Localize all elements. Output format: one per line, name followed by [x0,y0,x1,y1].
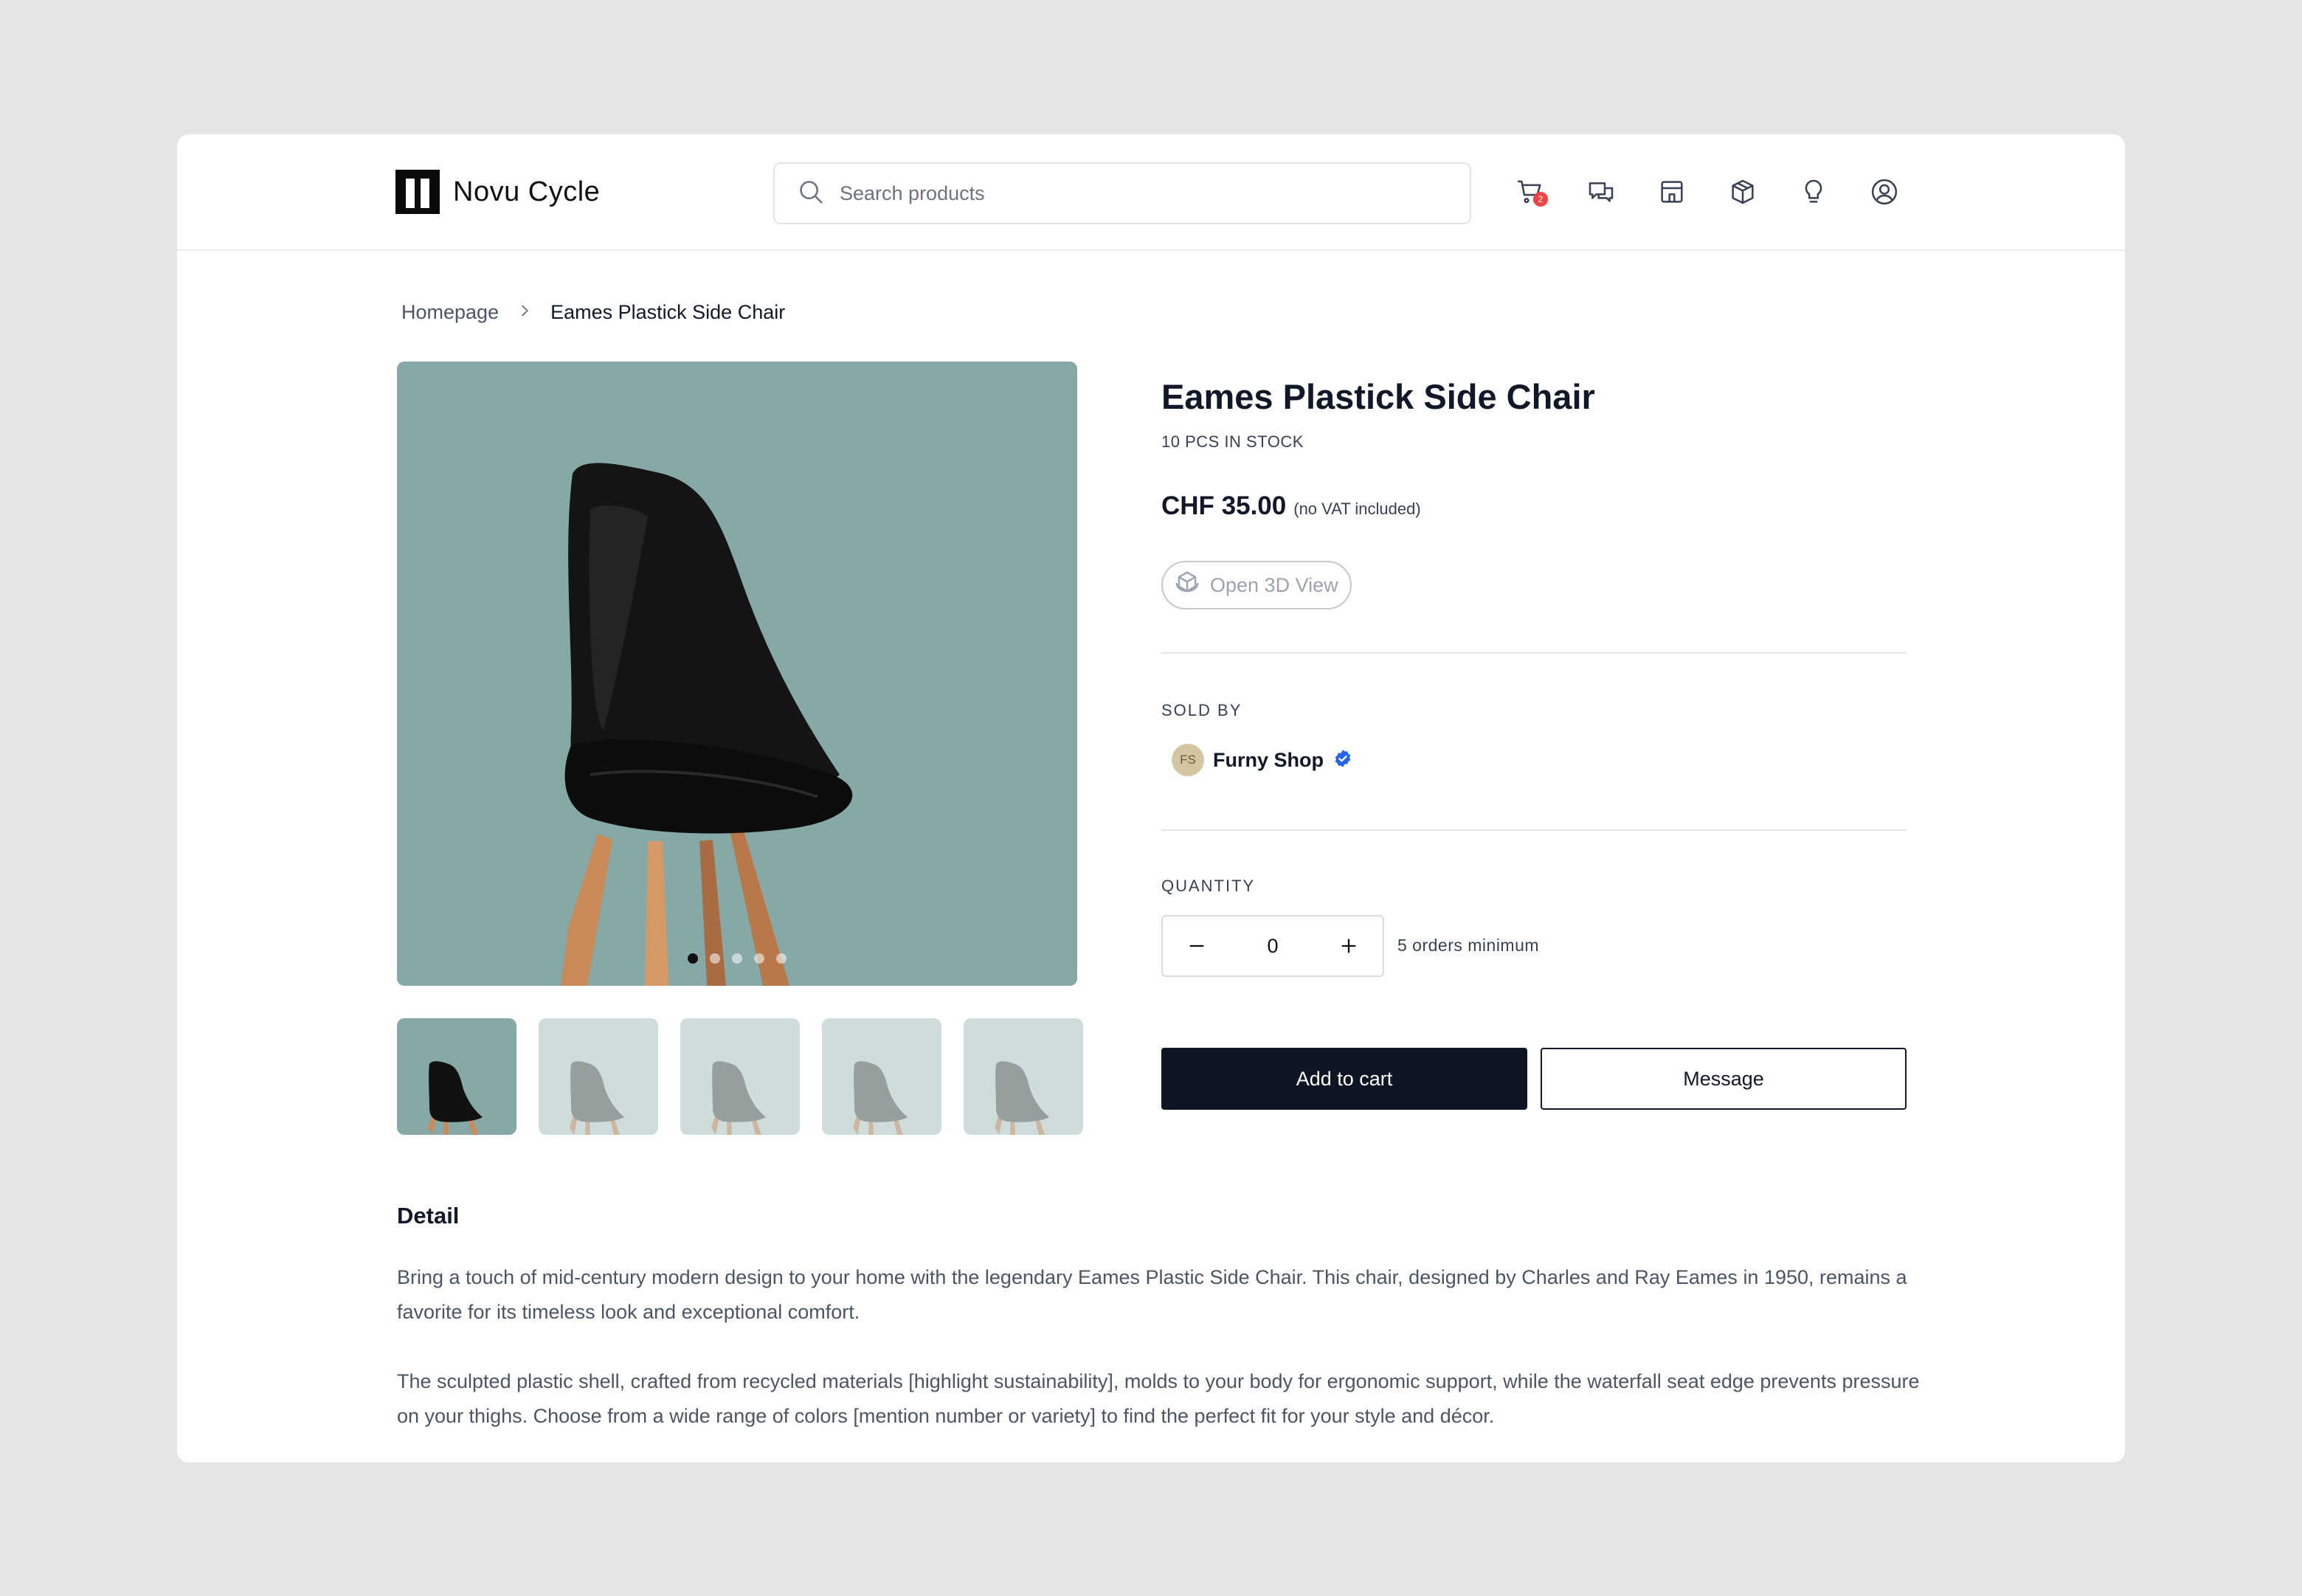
price-block: CHF 35.00 (no VAT included) [1161,491,1421,521]
store-icon[interactable] [1651,171,1693,213]
stock-status: 10 PCS IN STOCK [1161,432,1304,451]
breadcrumb: Homepage Eames Plastick Side Chair [401,301,785,324]
carousel-dot[interactable] [732,953,742,964]
thumbnail-strip [397,1018,1083,1135]
price-value: CHF 35.00 [1161,491,1287,520]
carousel-dot[interactable] [776,953,787,964]
chevron-right-icon [516,301,533,324]
message-button[interactable]: Message [1541,1048,1907,1110]
product-main-image[interactable] [397,362,1077,986]
thumbnail[interactable] [822,1018,941,1135]
quantity-input[interactable] [1231,934,1315,958]
seller-info[interactable]: FS Furny Shop [1172,744,1353,776]
increment-button[interactable] [1315,916,1383,975]
detail-heading: Detail [397,1203,460,1229]
logo-mark-icon [395,170,440,214]
search-icon [797,178,825,210]
thumbnail[interactable] [539,1018,658,1135]
top-navbar: Novu Cycle 2 [177,134,2125,251]
open-3d-view-button[interactable]: Open 3D View [1161,561,1352,609]
breadcrumb-current: Eames Plastick Side Chair [550,301,786,323]
minus-icon [1189,944,1204,947]
cart-count-badge: 2 [1533,192,1548,207]
brand-name: Novu Cycle [453,176,601,207]
divider [1161,652,1907,654]
user-icon[interactable] [1864,171,1905,213]
search-input[interactable] [840,182,1445,205]
verified-badge-icon [1333,748,1353,773]
brand-logo[interactable]: Novu Cycle [395,170,600,214]
detail-paragraph: Bring a touch of mid-century modern desi… [397,1266,1907,1323]
seller-name: Furny Shop [1213,748,1324,771]
price-vat-note: (no VAT included) [1293,500,1421,518]
add-to-cart-button[interactable]: Add to cart [1161,1048,1527,1110]
plus-icon [1341,939,1356,953]
decrement-button[interactable] [1163,916,1231,975]
divider [1161,829,1907,831]
carousel-dot[interactable] [710,953,720,964]
search-box[interactable] [773,162,1471,224]
carousel-dot[interactable] [754,953,764,964]
chair-illustration [561,463,853,986]
open-3d-view-label: Open 3D View [1210,573,1338,596]
cube-3d-icon [1173,569,1201,602]
chat-icon[interactable] [1580,171,1622,213]
detail-paragraph: The sculpted plastic shell, crafted from… [397,1370,1920,1427]
box-icon[interactable] [1722,171,1763,213]
cart-icon[interactable]: 2 [1510,171,1551,213]
carousel-dots [397,953,1077,964]
product-title: Eames Plastick Side Chair [1161,377,1595,416]
sold-by-label: SOLD BY [1161,701,1242,719]
page-frame: Novu Cycle 2 [177,134,2125,1462]
quantity-stepper [1161,915,1384,977]
breadcrumb-home-link[interactable]: Homepage [401,301,499,324]
quantity-label: QUANTITY [1161,877,1256,895]
thumbnail[interactable] [680,1018,800,1135]
seller-avatar: FS [1172,744,1204,776]
lightbulb-icon[interactable] [1793,171,1834,213]
carousel-dot[interactable] [688,953,698,964]
thumbnail[interactable] [964,1018,1083,1135]
thumbnail[interactable] [397,1018,516,1135]
minimum-order-note: 5 orders minimum [1397,936,1540,955]
header-icons: 2 [1510,171,1905,213]
